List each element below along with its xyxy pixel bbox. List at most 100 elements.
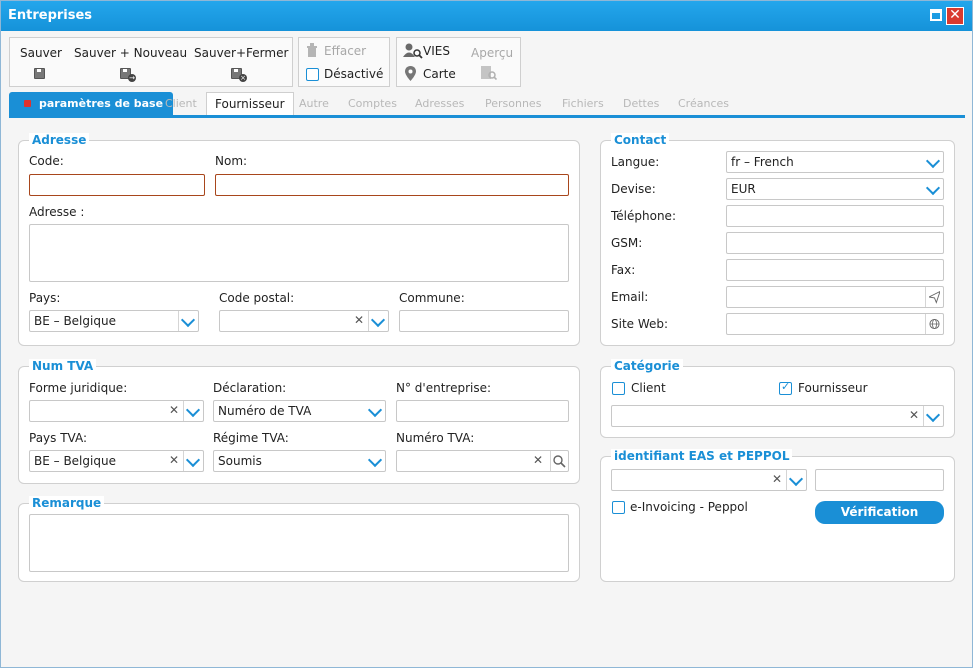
tab-other[interactable]: Autre: [299, 92, 329, 115]
name-label: Nom:: [215, 154, 248, 168]
chevron-down-icon[interactable]: [365, 451, 385, 471]
vat-number-field[interactable]: ✕: [396, 450, 569, 472]
clear-icon[interactable]: ✕: [907, 408, 921, 422]
entreprises-window: Entreprises ✕ Sauver Sauver + Nouveau → …: [0, 0, 973, 668]
tab-receivables[interactable]: Créances: [678, 92, 729, 115]
remark-section: Remarque: [18, 496, 580, 582]
save-new-button[interactable]: Sauver + Nouveau: [74, 46, 187, 60]
tab-persons[interactable]: Personnes: [485, 92, 541, 115]
gsm-label: GSM:: [611, 236, 643, 250]
postal-code-select[interactable]: ✕: [219, 310, 389, 332]
trash-icon[interactable]: [306, 43, 318, 57]
disabled-checkbox[interactable]: [306, 68, 319, 81]
preview-button[interactable]: Aperçu: [471, 46, 513, 60]
globe-icon[interactable]: [925, 314, 943, 334]
tab-client[interactable]: Client: [165, 92, 197, 115]
user-search-icon[interactable]: [403, 43, 423, 59]
remark-field[interactable]: [29, 514, 569, 572]
einvoicing-checkbox[interactable]: [612, 501, 625, 514]
clear-icon[interactable]: ✕: [770, 472, 784, 486]
email-label: Email:: [611, 290, 649, 304]
preview-icon[interactable]: [481, 66, 497, 80]
chevron-down-icon[interactable]: [923, 406, 943, 426]
peppol-legend: identifiant EAS et PEPPOL: [611, 449, 793, 463]
currency-label: Devise:: [611, 182, 656, 196]
company-number-label: N° d'entreprise:: [396, 381, 492, 395]
vat-country-select[interactable]: BE – Belgique ✕: [29, 450, 204, 472]
category-legend: Catégorie: [611, 359, 683, 373]
language-select[interactable]: fr – French: [726, 151, 944, 173]
fax-field[interactable]: [726, 259, 944, 281]
phone-label: Téléphone:: [611, 209, 676, 223]
language-value: fr – French: [731, 155, 794, 169]
supplier-checkbox[interactable]: [779, 380, 792, 395]
map-button[interactable]: Carte: [423, 67, 456, 81]
chevron-down-icon[interactable]: [368, 311, 388, 331]
declaration-label: Déclaration:: [213, 381, 287, 395]
close-badge-icon: ×: [239, 74, 247, 82]
country-value: BE – Belgique: [34, 314, 116, 328]
address-field[interactable]: [29, 224, 569, 282]
currency-select[interactable]: EUR: [726, 178, 944, 200]
code-label: Code:: [29, 154, 64, 168]
language-label: Langue:: [611, 155, 660, 169]
legal-form-select[interactable]: ✕: [29, 400, 204, 422]
category-select[interactable]: ✕: [611, 405, 944, 427]
tab-accounts[interactable]: Comptes: [348, 92, 397, 115]
clear-icon[interactable]: ✕: [167, 403, 181, 417]
save-toolbar-group: Sauver Sauver + Nouveau → Sauver+Fermer …: [9, 37, 293, 87]
chevron-down-icon[interactable]: [365, 401, 385, 421]
save-button[interactable]: Sauver: [20, 46, 62, 60]
map-pin-icon[interactable]: [405, 66, 416, 81]
delete-button[interactable]: Effacer: [324, 44, 366, 58]
tab-base-parameters[interactable]: paramètres de base: [9, 92, 174, 115]
vat-country-label: Pays TVA:: [29, 431, 88, 445]
peppol-verify-button[interactable]: Vérification PEPPOL: [815, 501, 944, 541]
commune-field[interactable]: [399, 310, 569, 332]
company-number-field[interactable]: [396, 400, 569, 422]
name-field[interactable]: [215, 174, 569, 196]
field-separator: [550, 451, 551, 471]
website-field[interactable]: [726, 313, 944, 335]
tab-debts[interactable]: Dettes: [623, 92, 659, 115]
chevron-down-icon[interactable]: [178, 311, 198, 331]
country-select[interactable]: BE – Belgique: [29, 310, 199, 332]
declaration-select[interactable]: Numéro de TVA: [213, 400, 386, 422]
client-checkbox-label: Client: [631, 381, 666, 395]
chevron-down-icon[interactable]: [923, 152, 943, 172]
chevron-down-icon[interactable]: [923, 179, 943, 199]
vies-button[interactable]: VIES: [423, 44, 450, 58]
close-icon[interactable]: ✕: [946, 7, 964, 25]
vat-legend: Num TVA: [29, 359, 97, 373]
vat-number-label: Numéro TVA:: [396, 431, 475, 445]
code-field[interactable]: [29, 174, 205, 196]
tab-files[interactable]: Fichiers: [562, 92, 604, 115]
client-checkbox[interactable]: [612, 382, 625, 395]
required-marker-icon: [24, 100, 31, 107]
gsm-field[interactable]: [726, 232, 944, 254]
currency-value: EUR: [731, 182, 756, 196]
chevron-down-icon[interactable]: [183, 401, 203, 421]
einvoicing-label: e-Invoicing - Peppol: [630, 500, 748, 514]
tab-supplier[interactable]: Fournisseur: [206, 92, 294, 115]
address-section: Adresse Code: Nom: Adresse : Pays: BE – …: [18, 133, 580, 346]
email-field[interactable]: [726, 286, 944, 308]
fax-label: Fax:: [611, 263, 636, 277]
legal-form-label: Forme juridique:: [29, 381, 128, 395]
tab-addresses[interactable]: Adresses: [415, 92, 464, 115]
save-close-button[interactable]: Sauver+Fermer: [194, 46, 288, 60]
tools-toolbar-group: VIES Carte Aperçu: [396, 37, 521, 87]
vat-regime-select[interactable]: Soumis: [213, 450, 386, 472]
chevron-down-icon[interactable]: [786, 470, 806, 490]
phone-field[interactable]: [726, 205, 944, 227]
maximize-icon[interactable]: [930, 9, 942, 21]
chevron-down-icon[interactable]: [183, 451, 203, 471]
clear-icon[interactable]: ✕: [531, 453, 545, 467]
send-icon[interactable]: [925, 287, 943, 307]
clear-icon[interactable]: ✕: [352, 313, 366, 327]
eas-select[interactable]: ✕: [611, 469, 807, 491]
clear-icon[interactable]: ✕: [167, 453, 181, 467]
peppol-id-field[interactable]: [815, 469, 944, 491]
search-icon[interactable]: [553, 455, 566, 468]
save-icon[interactable]: [34, 68, 45, 79]
